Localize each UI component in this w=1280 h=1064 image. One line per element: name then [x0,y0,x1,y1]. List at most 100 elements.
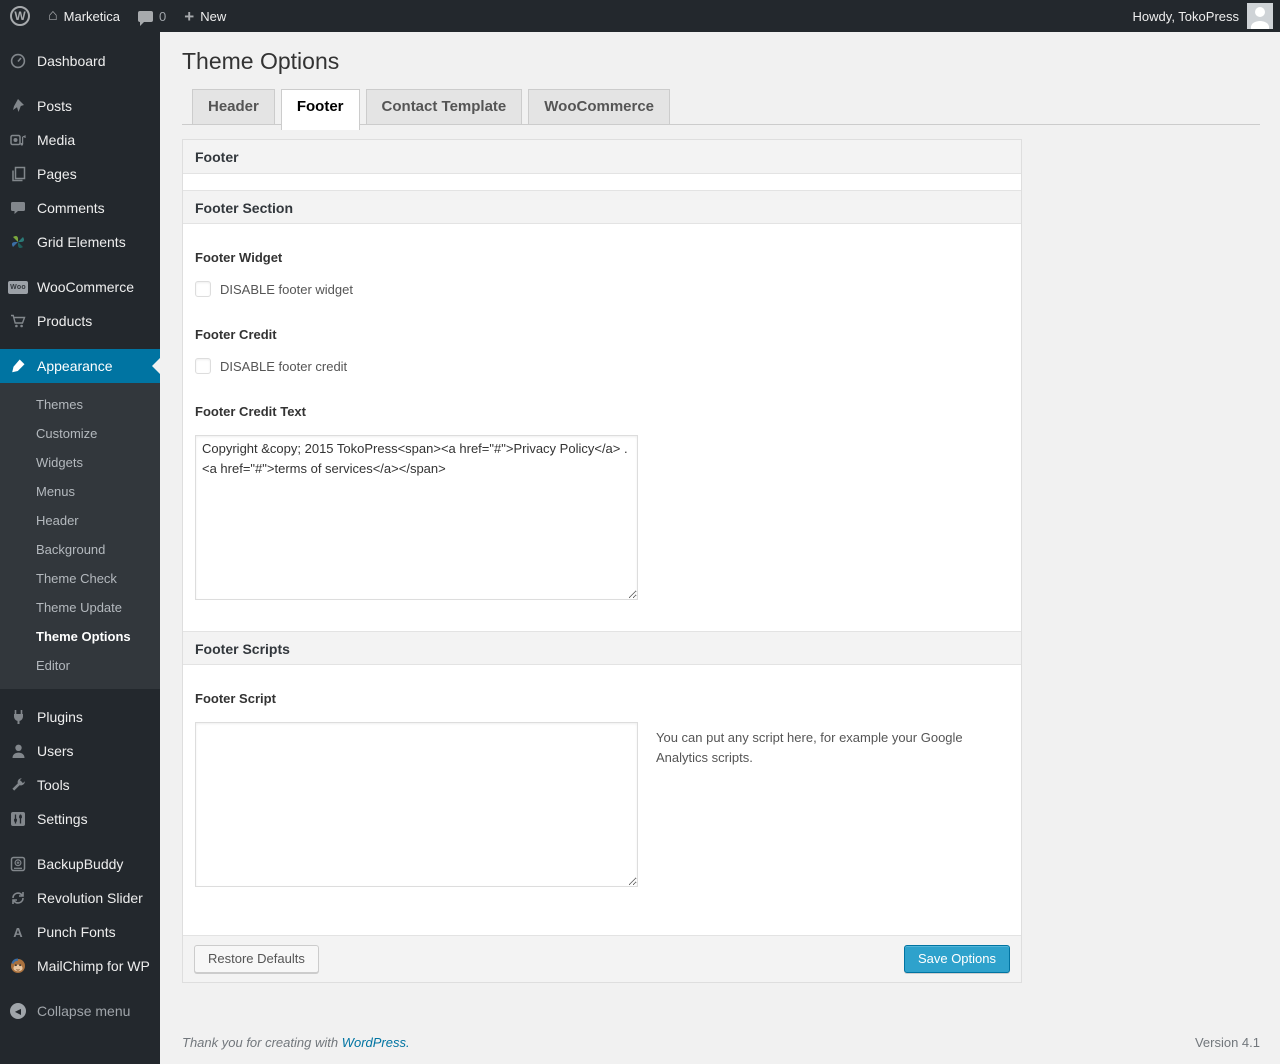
collapse-menu-button[interactable]: Collapse menu [0,994,160,1028]
settings-sliders-icon [8,811,28,827]
submenu-item-background[interactable]: Background [0,535,160,564]
footer-widget-label: Footer Widget [195,250,283,265]
footer-script-label: Footer Script [195,691,276,706]
tab-woocommerce[interactable]: WooCommerce [528,89,671,124]
pages-icon [8,166,28,182]
site-name: Marketica [63,8,121,24]
footer-credit-text-textarea[interactable]: Copyright &copy; 2015 TokoPress<span><a … [195,435,638,600]
restore-defaults-button[interactable]: Restore Defaults [194,945,319,973]
submenu-item-widgets[interactable]: Widgets [0,448,160,477]
plug-icon [8,709,28,725]
section-header-footer-section: Footer Section [183,190,1021,224]
main-content: Theme Options Header Footer Contact Temp… [160,32,1280,1064]
footer-credit-checkbox-row: DISABLE footer credit [195,358,1009,374]
camera-icon [8,133,28,148]
thankyou-text: Thank you for creating with WordPress. [182,1035,410,1050]
footer-script-textarea[interactable] [195,722,638,887]
sidebar-item-grid-elements[interactable]: Grid Elements [0,225,160,259]
submenu-item-theme-check[interactable]: Theme Check [0,564,160,593]
footer-credit-field: Footer Credit DISABLE footer credit [195,327,1009,374]
sidebar-item-revolution-slider[interactable]: Revolution Slider [0,881,160,915]
user-icon [8,743,28,759]
comments-menu[interactable]: 0 [138,8,167,26]
submenu-item-theme-update[interactable]: Theme Update [0,593,160,622]
section-header-footer-scripts: Footer Scripts [183,631,1021,665]
letter-a-icon [8,925,28,940]
save-options-button[interactable]: Save Options [903,945,1010,973]
footer-widget-checkbox[interactable] [195,281,211,297]
mailchimp-monkey-icon [8,958,28,974]
footer-credit-label: Footer Credit [195,327,277,342]
cart-icon [8,313,28,329]
submenu-item-customize[interactable]: Customize [0,419,160,448]
speech-bubble-icon [8,201,28,215]
sidebar-item-punch-fonts[interactable]: Punch Fonts [0,915,160,949]
footer-script-field: Footer Script You can put any script her… [195,691,1009,887]
sidebar-item-pages[interactable]: Pages [0,157,160,191]
footer-credit-text-field: Footer Credit Text Copyright &copy; 2015… [195,404,1009,605]
page-title: Theme Options [182,48,340,74]
dashboard-icon [8,53,28,69]
sidebar-item-comments[interactable]: Comments [0,191,160,225]
paintbrush-icon [8,358,28,374]
version-text: Version 4.1 [1194,1035,1260,1050]
wrench-icon [8,777,28,793]
comment-bubble-icon [138,10,154,26]
submenu-item-header[interactable]: Header [0,506,160,535]
wordpress-link[interactable]: WordPress. [342,1035,410,1050]
options-panel: Footer Footer Section Footer Widget DISA… [182,139,1022,983]
sidebar-item-appearance[interactable]: Appearance [0,349,160,383]
sidebar-item-users[interactable]: Users [0,734,160,768]
footer-credit-text-label: Footer Credit Text [195,404,306,419]
submenu-item-themes[interactable]: Themes [0,390,160,419]
footer-widget-checkbox-label: DISABLE footer widget [220,281,353,297]
pin-icon [8,98,28,114]
sidebar-item-dashboard[interactable]: Dashboard [0,44,160,78]
howdy-text: Howdy, TokoPress [1132,8,1239,24]
new-label: New [200,8,227,24]
sidebar-item-tools[interactable]: Tools [0,768,160,802]
tab-contact-template[interactable]: Contact Template [365,89,523,124]
account-menu[interactable]: Howdy, TokoPress [1133,3,1280,29]
appearance-submenu: Themes Customize Widgets Menus Header Ba… [0,383,160,689]
refresh-arrows-icon [8,890,28,906]
sidebar-item-products[interactable]: Products [0,304,160,338]
panel-action-bar: Restore Defaults Save Options [183,935,1021,982]
current-menu-arrow [144,358,160,374]
footer-scripts-body: Footer Script You can put any script her… [183,665,1021,935]
sidebar-item-backupbuddy[interactable]: BackupBuddy [0,847,160,881]
sidebar-item-woocommerce[interactable]: Woo WooCommerce [0,270,160,304]
admin-sidebar: Dashboard Posts Media Pages Comments Gri… [0,32,160,1064]
sidebar-item-plugins[interactable]: Plugins [0,700,160,734]
admin-bar: Marketica 0 New Howdy, TokoPress [0,0,1280,32]
woocommerce-badge-icon: Woo [8,280,28,294]
footer-section-body: Footer Widget DISABLE footer widget Foot… [183,224,1021,631]
backup-drive-icon [8,856,28,872]
collapse-arrow-icon [8,1003,28,1019]
grid-elements-pinwheel-icon [8,234,28,250]
footer-script-help-text: You can put any script here, for example… [656,730,963,766]
submenu-item-theme-options[interactable]: Theme Options [0,622,160,651]
user-avatar [1247,3,1273,29]
sidebar-item-mailchimp[interactable]: MailChimp for WP [0,949,160,983]
plus-icon [184,8,194,25]
wordpress-logo-icon[interactable] [10,6,30,26]
site-name-menu[interactable]: Marketica [48,8,120,24]
admin-page-footer: Thank you for creating with WordPress. V… [182,1035,1260,1050]
submenu-item-menus[interactable]: Menus [0,477,160,506]
tab-bar: Header Footer Contact Template WooCommer… [182,89,1260,130]
sidebar-item-settings[interactable]: Settings [0,802,160,836]
submenu-item-editor[interactable]: Editor [0,651,160,680]
footer-widget-field: Footer Widget DISABLE footer widget [195,250,1009,297]
panel-spacer [183,174,1021,190]
sidebar-item-media[interactable]: Media [0,123,160,157]
footer-credit-checkbox-label: DISABLE footer credit [220,358,348,374]
footer-credit-checkbox[interactable] [195,358,211,374]
new-content-menu[interactable]: New [184,8,226,25]
panel-title: Footer [183,140,1021,174]
comment-count: 0 [159,8,167,24]
home-icon [48,8,58,24]
sidebar-item-posts[interactable]: Posts [0,89,160,123]
tab-header[interactable]: Header [192,89,275,124]
tab-footer[interactable]: Footer [280,89,360,130]
